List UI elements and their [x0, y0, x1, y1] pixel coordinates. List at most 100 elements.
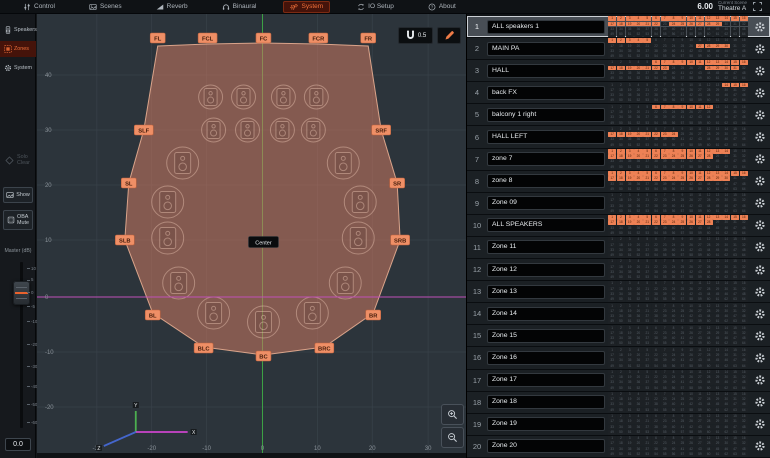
matrix-cell[interactable]: 48: [740, 270, 748, 275]
matrix-cell[interactable]: 20: [634, 265, 642, 270]
zone-name-field[interactable]: Zone 19: [487, 417, 605, 431]
matrix-cell[interactable]: 12: [705, 60, 713, 65]
matrix-cell[interactable]: 19: [626, 44, 634, 49]
matrix-cell[interactable]: 48: [740, 226, 748, 231]
matrix-cell[interactable]: 26: [687, 88, 695, 93]
matrix-cell[interactable]: 25: [678, 66, 686, 71]
matrix-cell[interactable]: 42: [687, 115, 695, 120]
matrix-cell[interactable]: 36: [634, 226, 642, 231]
matrix-cell[interactable]: 62: [722, 143, 730, 148]
matrix-cell[interactable]: 38: [652, 226, 660, 231]
matrix-cell[interactable]: 42: [687, 402, 695, 407]
matrix-cell[interactable]: 58: [687, 143, 695, 148]
speaker-label-chip[interactable]: SR: [390, 178, 405, 188]
matrix-cell[interactable]: 42: [687, 204, 695, 209]
matrix-cell[interactable]: 21: [643, 22, 651, 27]
matrix-cell[interactable]: 13: [713, 60, 721, 65]
matrix-cell[interactable]: 58: [687, 253, 695, 258]
matrix-cell[interactable]: 35: [626, 27, 634, 32]
matrix-cell[interactable]: 24: [669, 397, 677, 402]
matrix-cell[interactable]: 12: [705, 16, 713, 21]
matrix-cell[interactable]: 62: [722, 386, 730, 391]
matrix-cell[interactable]: 25: [678, 198, 686, 203]
matrix-cell[interactable]: 21: [643, 198, 651, 203]
matrix-cell[interactable]: 18: [617, 198, 625, 203]
matrix-cell[interactable]: 58: [687, 430, 695, 435]
matrix-cell[interactable]: 4: [634, 149, 642, 154]
matrix-cell[interactable]: 26: [687, 132, 695, 137]
matrix-cell[interactable]: 57: [678, 54, 686, 59]
matrix-cell[interactable]: 35: [626, 204, 634, 209]
matrix-cell[interactable]: 37: [643, 314, 651, 319]
matrix-cell[interactable]: 41: [678, 380, 686, 385]
matrix-cell[interactable]: 3: [626, 149, 634, 154]
sidebar-item-speakers[interactable]: Speakers: [0, 22, 36, 38]
zone-name-field[interactable]: MAIN PA: [487, 42, 605, 56]
matrix-cell[interactable]: 14: [722, 105, 730, 110]
matrix-cell[interactable]: 33: [608, 270, 616, 275]
matrix-cell[interactable]: 33: [608, 204, 616, 209]
matrix-cell[interactable]: 47: [731, 447, 739, 452]
matrix-cell[interactable]: 63: [731, 76, 739, 81]
matrix-cell[interactable]: 30: [722, 419, 730, 424]
zone-name-field[interactable]: Zone 20: [487, 439, 605, 453]
matrix-cell[interactable]: 48: [740, 182, 748, 187]
matrix-cell[interactable]: 47: [731, 182, 739, 187]
matrix-cell[interactable]: 25: [678, 419, 686, 424]
speaker-label-chip[interactable]: SLB: [115, 235, 134, 245]
matrix-cell[interactable]: 4: [634, 414, 642, 419]
matrix-cell[interactable]: 37: [643, 447, 651, 452]
matrix-cell[interactable]: 1: [608, 171, 616, 176]
matrix-cell[interactable]: 48: [740, 27, 748, 32]
matrix-cell[interactable]: 19: [626, 265, 634, 270]
matrix-cell[interactable]: 22: [652, 353, 660, 358]
matrix-cell[interactable]: 8: [669, 348, 677, 353]
matrix-cell[interactable]: 12: [705, 193, 713, 198]
matrix-cell[interactable]: 45: [713, 358, 721, 363]
matrix-cell[interactable]: 24: [669, 441, 677, 446]
matrix-cell[interactable]: 49: [608, 253, 616, 258]
matrix-cell[interactable]: 54: [652, 253, 660, 258]
matrix-cell[interactable]: 9: [678, 326, 686, 331]
matrix-cell[interactable]: 46: [722, 71, 730, 76]
matrix-cell[interactable]: 8: [669, 370, 677, 375]
matrix-cell[interactable]: 34: [617, 182, 625, 187]
matrix-cell[interactable]: 48: [740, 336, 748, 341]
matrix-cell[interactable]: 16: [740, 149, 748, 154]
matrix-cell[interactable]: 17: [608, 154, 616, 159]
matrix-cell[interactable]: 43: [696, 270, 704, 275]
matrix-cell[interactable]: 1: [608, 392, 616, 397]
matrix-cell[interactable]: 62: [722, 98, 730, 103]
matrix-cell[interactable]: 28: [705, 66, 713, 71]
matrix-cell[interactable]: 29: [713, 375, 721, 380]
matrix-cell[interactable]: 32: [740, 397, 748, 402]
matrix-cell[interactable]: 15: [731, 215, 739, 220]
matrix-cell[interactable]: 64: [740, 187, 748, 192]
matrix-cell[interactable]: 27: [696, 353, 704, 358]
matrix-cell[interactable]: 16: [740, 436, 748, 441]
matrix-cell[interactable]: 3: [626, 304, 634, 309]
matrix-cell[interactable]: 59: [696, 341, 704, 346]
matrix-cell[interactable]: 17: [608, 66, 616, 71]
matrix-cell[interactable]: 12: [705, 414, 713, 419]
matrix-cell[interactable]: 46: [722, 49, 730, 54]
matrix-cell[interactable]: 32: [740, 44, 748, 49]
matrix-cell[interactable]: 25: [678, 88, 686, 93]
matrix-cell[interactable]: 8: [669, 392, 677, 397]
matrix-cell[interactable]: 44: [705, 358, 713, 363]
matrix-cell[interactable]: 27: [696, 220, 704, 225]
matrix-cell[interactable]: 10: [687, 348, 695, 353]
matrix-cell[interactable]: 37: [643, 93, 651, 98]
matrix-cell[interactable]: 24: [669, 243, 677, 248]
matrix-cell[interactable]: 17: [608, 375, 616, 380]
matrix-cell[interactable]: 36: [634, 248, 642, 253]
matrix-cell[interactable]: 18: [617, 22, 625, 27]
matrix-cell[interactable]: 51: [626, 452, 634, 457]
matrix-cell[interactable]: 45: [713, 270, 721, 275]
matrix-cell[interactable]: 59: [696, 143, 704, 148]
matrix-cell[interactable]: 51: [626, 98, 634, 103]
matrix-cell[interactable]: 13: [713, 237, 721, 242]
matrix-cell[interactable]: 61: [713, 452, 721, 457]
matrix-cell[interactable]: 46: [722, 93, 730, 98]
matrix-cell[interactable]: 36: [634, 115, 642, 120]
